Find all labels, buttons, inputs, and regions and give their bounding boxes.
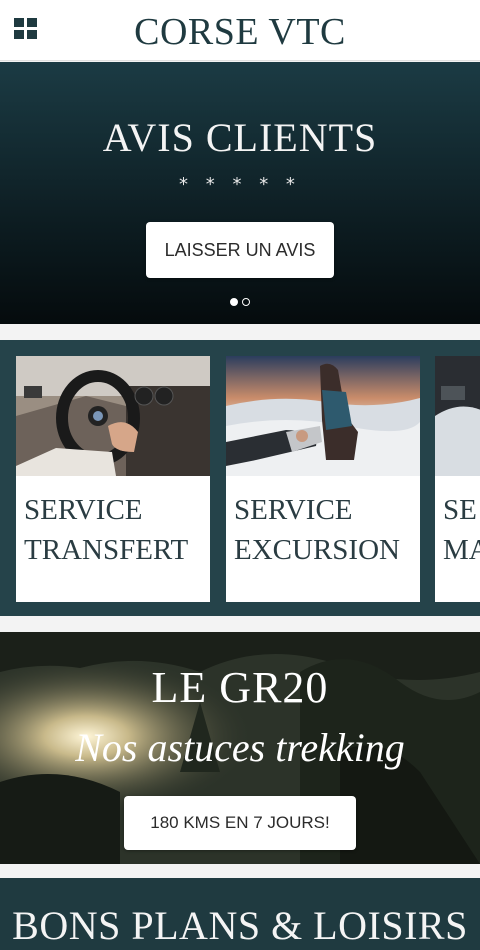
service-card-excursion[interactable]: SERVICE EXCURSION xyxy=(226,356,420,602)
bons-plans-section: BONS PLANS & LOISIRS xyxy=(0,878,480,950)
car-snow-image xyxy=(435,356,480,476)
top-bar: CORSE VTC xyxy=(0,0,480,61)
carousel-dot-2[interactable] xyxy=(242,298,250,306)
service-card-label: SERVICE TRANSFERT xyxy=(24,494,189,566)
gr20-subtitle: Nos astuces trekking xyxy=(75,725,405,770)
reviews-banner: AVIS CLIENTS * * * * * LAISSER UN AVIS xyxy=(0,62,480,324)
site-title[interactable]: CORSE VTC xyxy=(0,10,480,54)
carousel-dot-1[interactable] xyxy=(230,298,238,306)
rating-stars: * * * * * xyxy=(179,174,301,195)
gr20-cta-button[interactable]: 180 KMS EN 7 JOURS! xyxy=(124,796,356,850)
bons-plans-title: BONS PLANS & LOISIRS xyxy=(12,903,468,948)
gr20-banner: LE GR20 Nos astuces trekking 180 KMS EN … xyxy=(0,632,480,864)
service-card-partial[interactable]: SE MA xyxy=(435,356,480,602)
carousel-dots xyxy=(0,298,480,306)
car-interior-image xyxy=(16,356,210,476)
mountain-couple-image xyxy=(226,356,420,476)
leave-review-button[interactable]: LAISSER UN AVIS xyxy=(146,222,334,278)
service-card-label: SERVICE EXCURSION xyxy=(234,494,400,566)
services-carousel: SERVICE TRANSFERT SERVICE EXCURSION SE M… xyxy=(0,340,480,616)
reviews-title: AVIS CLIENTS xyxy=(102,115,378,160)
service-card-transfert[interactable]: SERVICE TRANSFERT xyxy=(16,356,210,602)
service-card-label: SE MA xyxy=(443,494,480,566)
gr20-title: LE GR20 xyxy=(151,663,329,712)
